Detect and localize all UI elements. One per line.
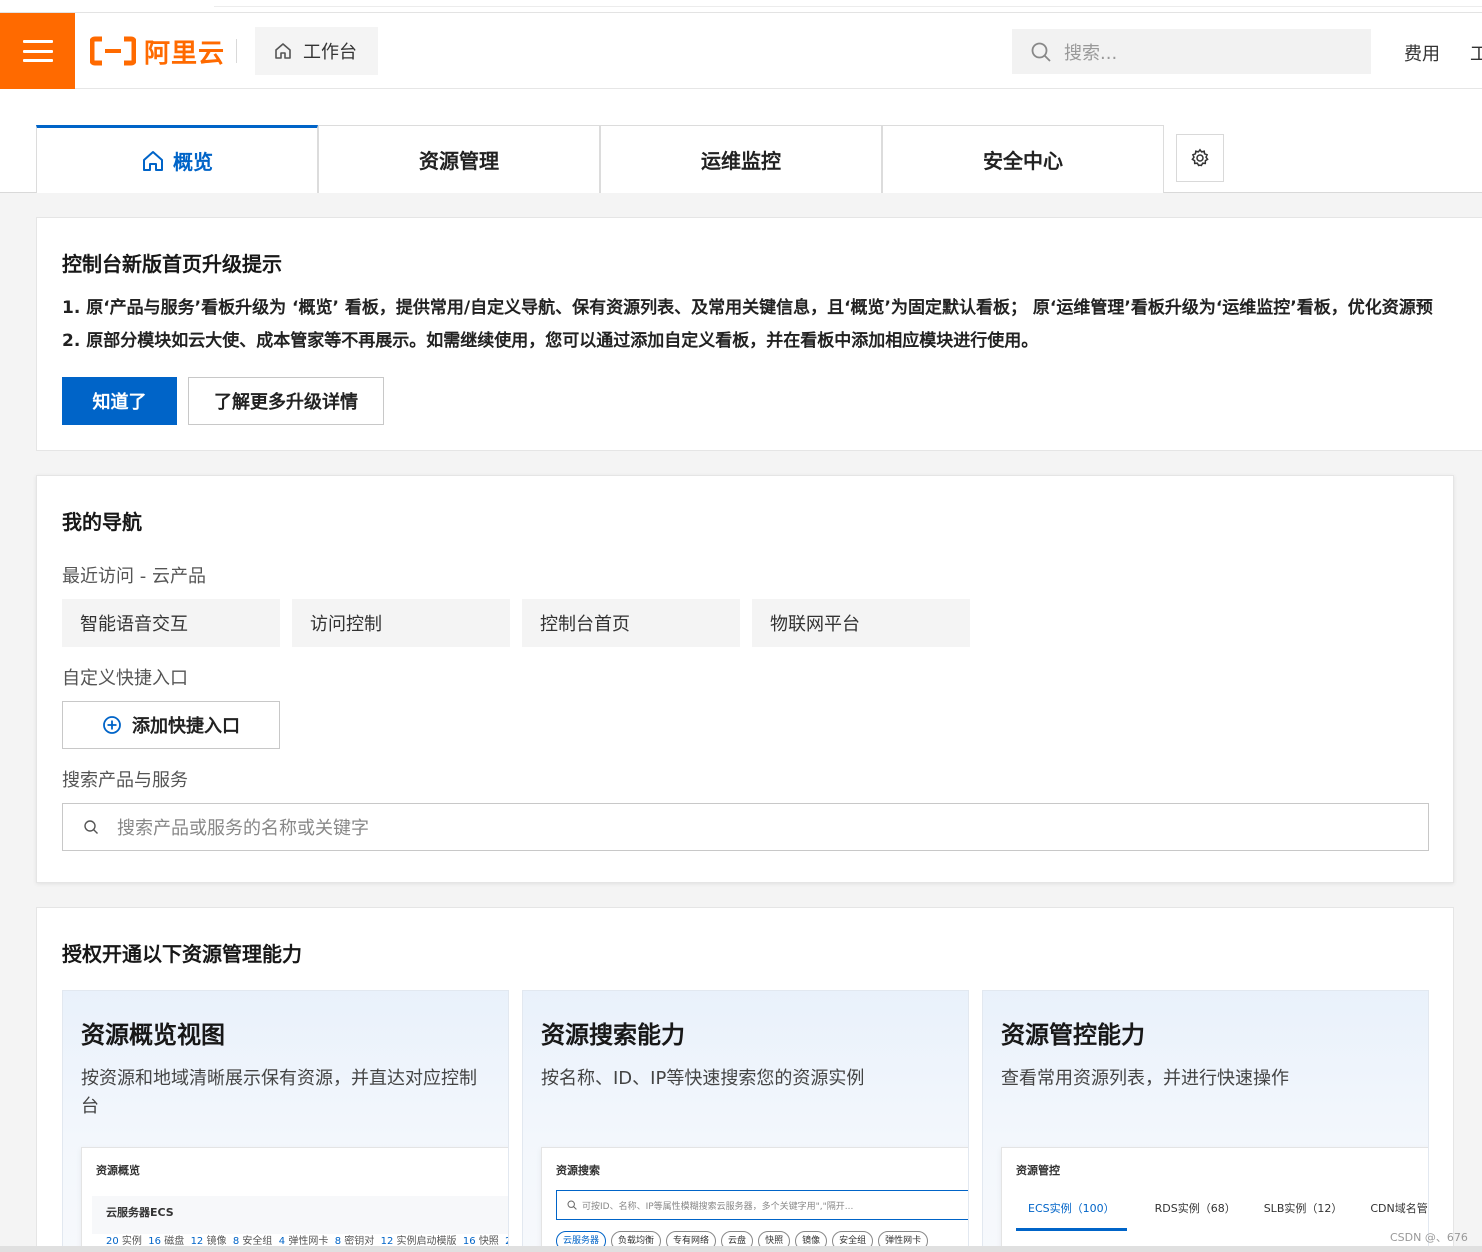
- horizontal-scrollbar[interactable]: [0, 1246, 1482, 1252]
- recent-item-access-control[interactable]: 访问控制: [292, 599, 510, 647]
- header-link-ticket[interactable]: 工: [1470, 40, 1482, 66]
- home-icon: [275, 43, 291, 59]
- notice-line-2: 2. 原部分模块如云大使、成本管家等不再展示。如需继续使用，您可以通过添加自定义…: [62, 331, 1039, 351]
- search-icon: [1031, 42, 1051, 62]
- preview-stats: 20 实例 16 磁盘 12 镜像 8 安全组 4 弹性网卡 8 密钥对 12 …: [106, 1232, 508, 1247]
- feature-title: 资源概览视图: [81, 1021, 225, 1049]
- tab-label: 运维监控: [701, 149, 781, 173]
- preview-title: 资源搜索: [556, 1164, 600, 1177]
- menu-button[interactable]: [0, 13, 75, 89]
- add-shortcut-button[interactable]: 添加快捷入口: [62, 701, 280, 749]
- upgrade-notice-card: 控制台新版首页升级提示 1. 原‘产品与服务’看板升级为 ‘概览’ 看板，提供常…: [36, 217, 1482, 451]
- preview-tab: SLB实例（12）: [1263, 1202, 1343, 1215]
- got-it-button[interactable]: 知道了: [62, 377, 177, 425]
- recent-item-speech[interactable]: 智能语音交互: [62, 599, 280, 647]
- workbench-label: 工作台: [303, 42, 357, 63]
- aliyun-logo[interactable]: 阿里云: [90, 33, 225, 69]
- preview-title: 资源概览: [96, 1164, 140, 1177]
- header-link-fees[interactable]: 费用: [1404, 40, 1440, 66]
- resource-capability-card: 授权开通以下资源管理能力 资源概览视图 按资源和地域清晰展示保有资源，并直达对应…: [36, 907, 1454, 1252]
- custom-shortcut-label: 自定义快捷入口: [62, 668, 188, 689]
- feature-title: 资源搜索能力: [541, 1021, 685, 1049]
- feature-resource-overview[interactable]: 资源概览视图 按资源和地域清晰展示保有资源，并直达对应控制台 资源概览 云服务器…: [62, 990, 509, 1252]
- dashboard-tabs: 概览 资源管理 运维监控 安全中心: [0, 89, 1482, 193]
- global-search-input[interactable]: 搜索...: [1012, 29, 1371, 74]
- learn-more-button[interactable]: 了解更多升级详情: [188, 377, 384, 425]
- feature-resource-control[interactable]: 资源管控能力 查看常用资源列表，并进行快速操作 资源管控 ECS实例（100） R…: [982, 990, 1429, 1252]
- home-icon: [143, 150, 163, 171]
- logo-text: 阿里云: [144, 38, 226, 69]
- auth-title: 授权开通以下资源管理能力: [62, 942, 302, 966]
- recent-item-console-home[interactable]: 控制台首页: [522, 599, 740, 647]
- feature-resource-search[interactable]: 资源搜索能力 按名称、ID、IP等快速搜索您的资源实例 资源搜索 可按ID、名称…: [522, 990, 969, 1252]
- logo-divider: [236, 39, 237, 63]
- plus-circle-icon: [103, 716, 121, 734]
- tab-label: 概览: [173, 150, 213, 174]
- preview-title: 资源管控: [1016, 1164, 1060, 1177]
- preview-tabs: ECS实例（100） RDS实例（68） SLB实例（12） CDN域名管理: [1016, 1200, 1428, 1231]
- gear-icon: [1191, 148, 1209, 167]
- browser-top-strip: [0, 0, 1482, 13]
- my-navigation-card: 我的导航 最近访问 - 云产品 智能语音交互 访问控制 控制台首页 物联网平台 …: [36, 475, 1454, 883]
- add-shortcut-label: 添加快捷入口: [132, 716, 240, 737]
- search-placeholder: 搜索...: [1064, 42, 1118, 64]
- feature-preview: 资源概览 云服务器ECS 20 实例 16 磁盘 12 镜像 8 安全组 4 弹…: [81, 1147, 508, 1252]
- tab-label: 资源管理: [419, 149, 499, 173]
- feature-title: 资源管控能力: [1001, 1021, 1145, 1049]
- top-bar: 阿里云 工作台 搜索... 费用 工: [0, 13, 1482, 89]
- tab-overview[interactable]: 概览: [36, 125, 318, 193]
- notice-line-1: 1. 原‘产品与服务’看板升级为 ‘概览’ 看板，提供常用/自定义导航、保有资源…: [62, 298, 1433, 318]
- product-search-placeholder: 搜索产品或服务的名称或关键字: [117, 818, 369, 839]
- workbench-button[interactable]: 工作台: [255, 27, 378, 75]
- preview-search-input: 可按ID、名称、IP等属性模糊搜索云服务器，多个关键字用","隔开...: [556, 1190, 968, 1220]
- nav-title: 我的导航: [62, 510, 142, 534]
- search-products-label: 搜索产品与服务: [62, 770, 188, 791]
- product-search-input[interactable]: 搜索产品或服务的名称或关键字: [62, 803, 1429, 851]
- notice-title: 控制台新版首页升级提示: [62, 252, 282, 276]
- feature-preview: 资源管控 ECS实例（100） RDS实例（68） SLB实例（12） CDN域名管理: [1001, 1147, 1428, 1252]
- feature-desc: 查看常用资源列表，并进行快速操作: [1001, 1068, 1289, 1089]
- feature-desc: 按资源和地域清晰展示保有资源，并直达对应控制台: [81, 1068, 477, 1117]
- tab-label: 安全中心: [983, 149, 1063, 173]
- tab-ops-monitoring[interactable]: 运维监控: [600, 125, 882, 193]
- top-shadow: [214, 0, 1482, 7]
- preview-tab: ECS实例（100）: [1016, 1200, 1127, 1231]
- recent-item-iot[interactable]: 物联网平台: [752, 599, 970, 647]
- search-icon: [567, 1200, 577, 1210]
- recent-visits-label: 最近访问 - 云产品: [62, 566, 206, 587]
- preview-tab: CDN域名管理: [1370, 1202, 1428, 1215]
- tab-resource-management[interactable]: 资源管理: [318, 125, 600, 193]
- preview-input-placeholder: 可按ID、名称、IP等属性模糊搜索云服务器，多个关键字用","隔开...: [582, 1201, 854, 1212]
- watermark: CSDN @、676: [1390, 1231, 1468, 1244]
- search-icon: [84, 820, 98, 834]
- preview-tab: RDS实例（68）: [1154, 1202, 1236, 1215]
- tab-security-center[interactable]: 安全中心: [882, 125, 1164, 193]
- hamburger-icon: [22, 40, 53, 62]
- feature-desc: 按名称、ID、IP等快速搜索您的资源实例: [541, 1068, 865, 1089]
- preview-subtitle: 云服务器ECS: [92, 1196, 508, 1234]
- aliyun-logo-icon: [90, 36, 136, 66]
- feature-preview: 资源搜索 可按ID、名称、IP等属性模糊搜索云服务器，多个关键字用","隔开..…: [541, 1147, 968, 1252]
- dashboard-settings-button[interactable]: [1176, 134, 1224, 182]
